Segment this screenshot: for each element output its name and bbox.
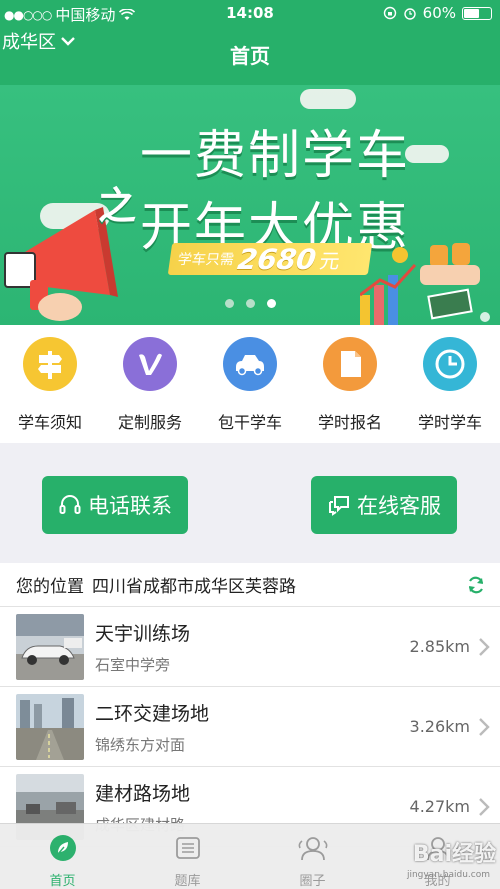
site-address: 石室中学旁 [95, 656, 171, 674]
battery-percent: 60% [422, 4, 456, 22]
quick-item-label: 包干学车 [217, 413, 282, 432]
banner-connector: 之 [98, 184, 137, 228]
watermark: Bai经验 jingyan.baidu.com [407, 836, 496, 880]
chevron-right-icon [479, 798, 490, 816]
list-icon [175, 837, 200, 859]
alarm-icon [403, 8, 416, 20]
page-title: 首页 [230, 44, 270, 68]
carousel-dot[interactable] [245, 299, 255, 308]
document-icon [323, 337, 377, 391]
watermark-text: Bai经验 [412, 842, 496, 867]
online-service-button[interactable]: 在线客服 [311, 476, 457, 534]
quick-item-label: 学时报名 [317, 413, 382, 432]
phone-contact-label: 电话联系 [88, 494, 172, 518]
site-name: 建材路场地 [95, 783, 191, 805]
price-prefix: 学车只需 [176, 252, 235, 268]
contact-section: 电话联系 在线客服 [0, 443, 500, 563]
tab-home[interactable]: 首页 [0, 824, 125, 889]
banner-headline-1: 一费制学车 [140, 126, 411, 186]
site-address: 锦绣东方对面 [95, 736, 186, 754]
signpost-icon [23, 337, 77, 391]
list-item[interactable]: 二环交建场地 锦绣东方对面 3.26km [0, 687, 500, 767]
quick-item-label: 定制服务 [117, 413, 182, 432]
price-tag: 学车只需 2680 元 [167, 242, 373, 276]
quick-item-label: 学时学车 [417, 413, 482, 432]
list-item[interactable]: 天宇训练场 石室中学旁 2.85km [0, 607, 500, 687]
quick-menu: 学车须知 定制服务 包干学车 学时报名 学时学车 [0, 325, 500, 443]
people-icon [298, 837, 327, 861]
quick-item-package-learning[interactable]: 包干学车 [200, 325, 300, 443]
cloud-decoration [405, 145, 449, 163]
site-photo [16, 694, 84, 760]
phone-contact-button[interactable]: 电话联系 [42, 476, 188, 534]
tab-question-bank[interactable]: 题库 [125, 824, 250, 889]
site-distance: 2.85km [409, 637, 470, 656]
site-photo [16, 614, 84, 680]
cloud-decoration [300, 89, 356, 109]
location-bar: 您的位置 四川省成都市成华区芙蓉路 [0, 563, 500, 607]
location-value: 四川省成都市成华区芙蓉路 [92, 577, 296, 597]
price-unit: 元 [318, 248, 342, 273]
car-icon [223, 337, 277, 391]
carousel-indicator[interactable] [0, 299, 500, 308]
quick-item-study-guide[interactable]: 学车须知 [0, 325, 100, 443]
training-site-list: 天宇训练场 石室中学旁 2.85km 二环交建场地 锦绣东方对面 3.26km … [0, 607, 500, 847]
promo-banner[interactable]: 一费制学车 之 开年大优惠 学车只需 2680 元 [0, 85, 500, 325]
quick-item-hour-learning[interactable]: 学时学车 [400, 325, 500, 443]
quick-item-hour-signup[interactable]: 学时报名 [300, 325, 400, 443]
site-distance: 3.26km [409, 717, 470, 736]
home-leaf-icon [49, 835, 76, 861]
rotation-lock-icon [383, 6, 396, 20]
v-logo-icon [123, 337, 177, 391]
tab-label: 圈子 [299, 874, 326, 889]
site-name: 天宇训练场 [95, 623, 191, 645]
clock-icon [423, 337, 477, 391]
money-illustration-icon [360, 243, 490, 325]
price-amount: 2680 [235, 242, 319, 276]
location-label: 您的位置 [16, 577, 84, 597]
battery-icon [462, 6, 492, 20]
status-bar: ●●○○○ 中国移动 14:08 60% [0, 0, 500, 28]
tab-circle[interactable]: 圈子 [250, 824, 375, 889]
tab-label: 首页 [49, 874, 76, 889]
refresh-icon[interactable] [466, 575, 486, 595]
chevron-right-icon [479, 638, 490, 656]
online-service-label: 在线客服 [357, 494, 441, 518]
tab-label: 题库 [174, 874, 201, 889]
headset-icon [59, 495, 81, 514]
carousel-dot[interactable] [224, 299, 234, 308]
site-name: 二环交建场地 [95, 703, 210, 725]
nav-bar: 成华区 首页 [0, 28, 500, 85]
carousel-dot[interactable] [266, 299, 276, 308]
chat-bubble-icon [329, 496, 349, 516]
chevron-right-icon [479, 718, 490, 736]
quick-item-label: 学车须知 [17, 413, 82, 432]
quick-item-custom-service[interactable]: 定制服务 [100, 325, 200, 443]
site-distance: 4.27km [409, 797, 470, 816]
watermark-url: jingyan.baidu.com [406, 870, 490, 880]
